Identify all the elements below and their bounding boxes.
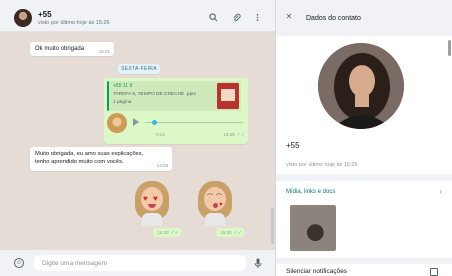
- chat-scrollbar[interactable]: [271, 208, 274, 244]
- chat-header[interactable]: +55 visto por último hoje às 15:26: [0, 0, 275, 32]
- sticker-memoji-heart-eyes[interactable]: ♥ ♥: [133, 180, 171, 226]
- contact-last-seen: visto por último hoje às 15:26: [286, 162, 358, 168]
- media-thumbnail[interactable]: [290, 205, 336, 251]
- mic-icon[interactable]: [254, 258, 262, 269]
- message-text-line2: tenho aprendido muito com vocês.: [35, 159, 124, 165]
- mute-notifications-checkbox[interactable]: [430, 268, 438, 276]
- chevron-right-icon[interactable]: ›: [439, 187, 442, 196]
- chat-contact-status: visto por último hoje às 15:26: [38, 20, 110, 26]
- avatar[interactable]: [14, 9, 32, 27]
- media-links-docs-section[interactable]: Mídia, links e docs ›: [276, 181, 452, 258]
- voice-duration: 0:13: [156, 132, 165, 137]
- message-outgoing-document[interactable]: +55 11 9 TAREFA 6, TEMPO DE CRECHE .pptx…: [104, 78, 248, 144]
- emoji-icon[interactable]: ☺: [14, 258, 24, 268]
- whatsapp-web: +55 visto por último hoje às 15:26 Ok mu…: [0, 0, 452, 276]
- message-time: 13:58 ✓✓: [223, 132, 245, 138]
- sticker-time-text: 15:20: [220, 230, 232, 235]
- message-time: 15:01: [98, 49, 110, 54]
- contact-info-panel: ✕ Dados do contato +55 visto por último …: [276, 0, 452, 276]
- voice-progress-handle[interactable]: [152, 120, 157, 125]
- paperclip-icon[interactable]: [231, 13, 241, 23]
- day-divider: SEXTA-FEIRA: [118, 64, 160, 74]
- contact-name: +55: [286, 141, 300, 150]
- message-incoming[interactable]: Ok muito obrigada 15:01: [30, 42, 114, 56]
- mute-notifications-row[interactable]: Silenciar notificações: [276, 264, 452, 276]
- voice-progress-track[interactable]: [145, 122, 243, 123]
- chat-contact-name[interactable]: +55: [38, 10, 52, 19]
- document-attachment[interactable]: +55 11 9 TAREFA 6, TEMPO DE CRECHE .pptx…: [107, 81, 241, 111]
- contact-profile-card: +55 visto por último hoje às 15:26: [276, 36, 452, 174]
- double-check-icon: ✓✓: [170, 230, 179, 236]
- message-time: 14:09: [156, 163, 168, 168]
- contact-panel-header: ✕ Dados do contato: [276, 0, 452, 36]
- sticker-time: 15:20 ✓✓: [216, 228, 244, 237]
- double-check-icon: ✓✓: [236, 132, 245, 138]
- search-icon[interactable]: [208, 13, 218, 23]
- message-input[interactable]: [34, 255, 246, 271]
- double-check-icon: ✓✓: [233, 230, 242, 236]
- message-time-text: 13:58: [223, 132, 235, 137]
- contact-panel-scrollbar[interactable]: [448, 40, 451, 56]
- sticker-time-text: 15:20: [157, 230, 169, 235]
- sticker-memoji-kiss[interactable]: ⌒ ⌒ ♥: [196, 180, 234, 226]
- composer: ☺: [0, 250, 275, 276]
- play-icon[interactable]: [133, 118, 139, 126]
- message-text: Ok muito obrigada: [35, 46, 85, 52]
- voice-sender-avatar: [107, 113, 127, 133]
- document-thumbnail: [217, 83, 239, 109]
- mute-notifications-label: Silenciar notificações: [286, 268, 348, 275]
- sticker-time: 15:20 ✓✓: [153, 228, 181, 237]
- message-incoming[interactable]: Muito obrigada, eu amo suas explicações,…: [30, 147, 172, 171]
- profile-photo[interactable]: [318, 43, 404, 129]
- contact-panel-title: Dados do contato: [306, 15, 361, 22]
- chat-pane: +55 visto por último hoje às 15:26 Ok mu…: [0, 0, 276, 276]
- close-icon[interactable]: ✕: [284, 12, 294, 22]
- message-text-line1: Muito obrigada, eu amo suas explicações,: [35, 151, 144, 157]
- menu-icon[interactable]: [252, 13, 262, 23]
- media-links-docs-label: Mídia, links e docs: [286, 189, 336, 195]
- document-filename: TAREFA 6, TEMPO DE CRECHE .pptx: [113, 92, 196, 97]
- document-pages: 1 página: [113, 100, 132, 105]
- quoted-sender: +55 11 9: [113, 83, 133, 89]
- message-list[interactable]: Ok muito obrigada 15:01 SEXTA-FEIRA +55 …: [0, 32, 275, 250]
